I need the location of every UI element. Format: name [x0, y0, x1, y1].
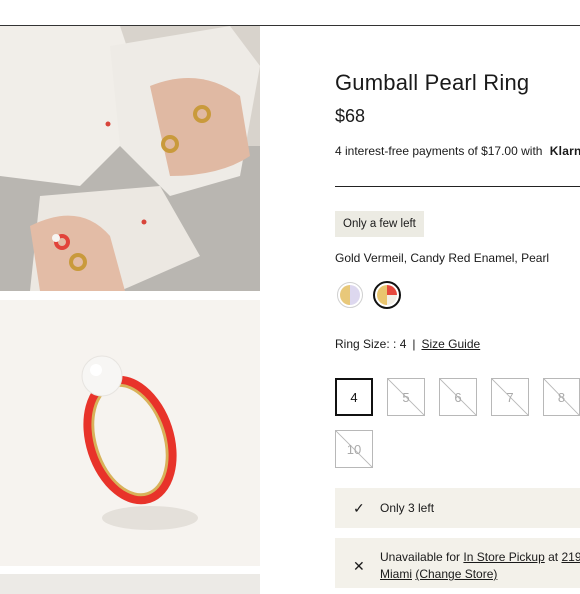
thumbnail-photo[interactable]	[0, 574, 260, 594]
store-address-link[interactable]: 219 NW	[561, 550, 580, 564]
size-option-label: 8	[557, 390, 566, 405]
stock-badge: Only a few left	[335, 211, 424, 237]
pickup-notice: ✕ Unavailable for In Store Pickup at 219…	[335, 538, 580, 588]
size-option-4[interactable]: 4	[335, 378, 373, 416]
ring-size-label: Ring Size: : 4	[335, 337, 407, 351]
size-option-7[interactable]: 7	[491, 378, 529, 416]
size-option-label: 10	[346, 442, 362, 457]
gold-red-swatch[interactable]	[373, 281, 401, 309]
change-store-link[interactable]: (Change Store)	[415, 567, 497, 581]
pickup-at: at	[548, 550, 559, 564]
size-option-label: 7	[506, 390, 514, 405]
store-city-link[interactable]: Miami	[380, 567, 412, 581]
gold-pearl-swatch[interactable]	[337, 282, 363, 308]
size-option-10[interactable]: 10	[335, 430, 373, 468]
pickup-text: Unavailable for In Store Pickup at 219 N…	[380, 549, 580, 583]
product-gallery	[0, 26, 260, 594]
online-stock-notice: ✓ Only 3 left	[335, 488, 580, 528]
size-option-5[interactable]: 5	[387, 378, 425, 416]
check-icon: ✓	[353, 500, 365, 516]
separator: |	[412, 337, 416, 351]
size-option-label: 5	[402, 390, 410, 405]
installments-text: 4 interest-free payments of $17.00 with	[335, 144, 543, 158]
size-option-6[interactable]: 6	[439, 378, 477, 416]
material-label: Gold Vermeil, Candy Red Enamel, Pearl	[335, 251, 550, 265]
product-price: $68	[335, 106, 366, 126]
ring-size-row: Ring Size: : 4 | Size Guide	[335, 337, 480, 351]
klarna-logo[interactable]: Klarna	[550, 144, 580, 158]
online-stock-text: Only 3 left	[380, 501, 435, 515]
size-option-8[interactable]: 8	[543, 378, 580, 416]
close-icon: ✕	[353, 558, 365, 574]
product-title: Gumball Pearl Ring	[335, 70, 530, 95]
product-details: Gumball Pearl Ring $68 4 interest-free p…	[335, 0, 580, 588]
lifestyle-photo[interactable]	[0, 26, 260, 291]
divider	[335, 186, 580, 187]
product-photo[interactable]	[0, 300, 260, 566]
size-option-label: 4	[350, 390, 358, 405]
size-option-label: 6	[454, 390, 462, 405]
pickup-prefix: Unavailable for	[380, 550, 461, 564]
installments-message: 4 interest-free payments of $17.00 with …	[335, 144, 580, 158]
size-guide-link[interactable]: Size Guide	[422, 337, 481, 351]
in-store-pickup-link[interactable]: In Store Pickup	[463, 550, 544, 564]
